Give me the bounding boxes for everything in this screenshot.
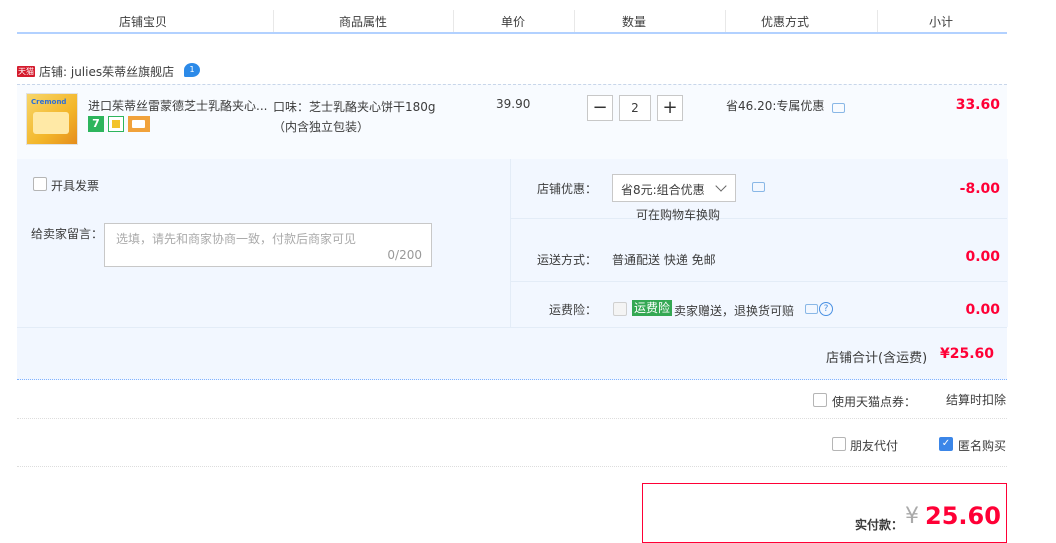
col-attributes: 商品属性: [339, 15, 388, 29]
product-attributes: 口味：芝士乳酪夹心饼干180g （内含独立包装）: [273, 97, 436, 137]
shop-name[interactable]: 店铺: julies茱蒂丝旗舰店: [39, 63, 174, 80]
col-quantity: 数量: [622, 15, 647, 29]
shop-discount-select[interactable]: 省8元:组合优惠: [612, 174, 736, 202]
actual-payment-label: 实付款：: [855, 518, 904, 532]
qty-minus-button[interactable]: −: [587, 95, 613, 121]
divider: [510, 281, 1007, 282]
seven-day-return-icon[interactable]: 7: [88, 116, 104, 132]
header-divider: [453, 10, 454, 32]
shipping-label: 运送方式：: [537, 253, 598, 267]
insurance-info-icon[interactable]: [805, 304, 818, 314]
col-discount: 优惠方式: [761, 15, 810, 29]
message-char-count: 0/200: [387, 248, 422, 262]
anonymous-checkbox[interactable]: ✓: [939, 437, 953, 451]
shop-discount-label: 店铺优惠：: [537, 182, 598, 196]
invoice-checkbox[interactable]: [33, 177, 47, 191]
header-divider: [574, 10, 575, 32]
thumb-package-shape: [33, 112, 69, 134]
shop-discount-amount: -8.00: [959, 181, 1000, 197]
coupon-note: 结算时扣除: [946, 393, 1007, 407]
product-name-link[interactable]: 进口茱蒂丝雷蒙德芝士乳酪夹心...: [88, 97, 268, 114]
insurance-badge: 运费险: [632, 300, 673, 316]
insurance-amount: 0.00: [965, 302, 1000, 318]
item-subtotal: 33.60: [955, 97, 1000, 113]
table-header: 店铺宝贝 商品属性 单价 数量 优惠方式 小计: [17, 0, 1007, 34]
qty-input[interactable]: 2: [619, 95, 651, 121]
help-icon[interactable]: ?: [819, 302, 833, 316]
chevron-down-icon: [715, 180, 727, 192]
header-divider: [725, 10, 726, 32]
discount-info-icon[interactable]: [832, 103, 845, 113]
unit-price: 39.90: [496, 97, 531, 111]
shop-total-label: 店铺合计(含运费): [826, 351, 928, 366]
tmall-badge: 天猫: [17, 66, 35, 77]
divider: [510, 218, 1007, 219]
seller-message-textarea[interactable]: 选填，请先和商家协商一致，付款后商家可见 0/200: [104, 223, 432, 267]
coupon-checkbox[interactable]: [813, 393, 827, 407]
shipping-value: 普通配送 快递 免邮: [612, 253, 716, 267]
insurance-desc: 卖家赠送，退换货可赔: [674, 304, 795, 318]
thumb-brand-text: Cremond: [31, 98, 67, 106]
anonymous-label[interactable]: 匿名购买: [958, 437, 1006, 454]
item-discount: 省46.20:专属优惠: [726, 99, 825, 113]
invoice-label[interactable]: 开具发票: [51, 177, 99, 194]
qty-plus-button[interactable]: +: [657, 95, 683, 121]
shipping-amount: 0.00: [965, 249, 1000, 265]
coupon-label[interactable]: 使用天猫点券：: [832, 393, 916, 410]
authentic-guarantee-icon[interactable]: [108, 116, 124, 132]
product-thumbnail[interactable]: Cremond: [26, 93, 78, 145]
actual-payment-box: 实付款： ¥ 25.60: [642, 483, 1007, 543]
col-shop-item: 店铺宝贝: [119, 15, 168, 29]
divider: [17, 466, 1007, 467]
header-divider: [273, 10, 274, 32]
item-row: [17, 84, 1007, 159]
currency-symbol: ¥: [905, 504, 919, 529]
actual-payment-amount: 25.60: [925, 502, 1001, 530]
insurance-label: 运费险：: [549, 303, 598, 317]
header-divider: [877, 10, 878, 32]
shop-total-value: ¥25.60: [940, 346, 995, 362]
attr-package: （内含独立包装）: [273, 120, 370, 134]
message-placeholder: 选填，请先和商家协商一致，付款后商家可见: [116, 232, 357, 246]
shop-discount-hint[interactable]: 可在购物车换购: [636, 206, 720, 223]
insurance-checkbox: [613, 302, 627, 316]
shop-discount-value: 省8元:组合优惠: [621, 183, 705, 197]
friend-pay-checkbox[interactable]: [832, 437, 846, 451]
chat-icon[interactable]: 1: [184, 63, 200, 77]
message-label: 给卖家留言：: [31, 227, 104, 241]
discount-info-icon[interactable]: [752, 182, 765, 192]
col-unit-price: 单价: [501, 15, 526, 29]
friend-pay-label[interactable]: 朋友代付: [850, 437, 898, 454]
col-subtotal: 小计: [929, 15, 954, 29]
attr-flavor: 口味：芝士乳酪夹心饼干180g: [273, 100, 436, 114]
credit-card-icon[interactable]: [128, 116, 150, 132]
divider: [17, 327, 1007, 328]
divider: [17, 418, 1007, 419]
